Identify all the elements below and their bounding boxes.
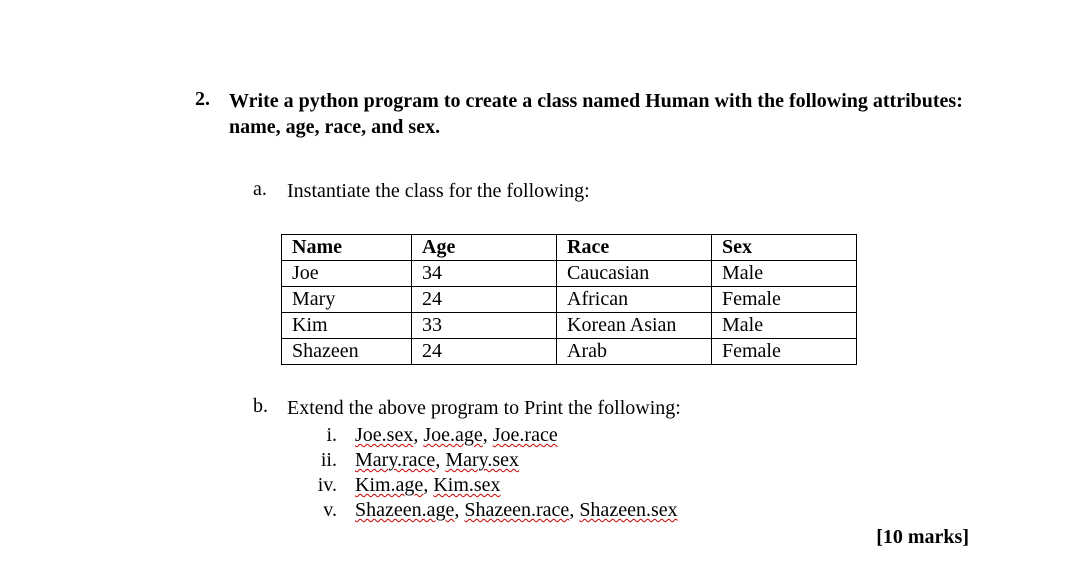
table-header-row: Name Age Race Sex	[282, 235, 857, 261]
code-ref: Shazeen.age	[355, 499, 454, 521]
code-ref: Mary.sex	[445, 449, 519, 471]
roman-label: i.	[287, 423, 355, 448]
code-ref: Kim.sex	[433, 474, 500, 496]
question-heading: 2. Write a python program to create a cl…	[195, 88, 965, 140]
part-b-list: i. Joe.sex, Joe.age, Joe.race ii. Mary.r…	[287, 423, 965, 523]
roman-text: Joe.sex, Joe.age, Joe.race	[355, 423, 558, 448]
table-row: Mary 24 African Female	[282, 287, 857, 313]
part-a: a. Instantiate the class for the followi…	[253, 178, 965, 204]
marks-label: [10 marks]	[876, 526, 969, 549]
cell-race: Arab	[557, 339, 712, 365]
part-b-label: b.	[253, 395, 287, 418]
code-ref: Shazeen.sex	[579, 499, 677, 521]
instance-table: Name Age Race Sex Joe 34 Caucasian Male …	[281, 234, 857, 365]
part-a-text: Instantiate the class for the following:	[287, 178, 590, 204]
cell-race: African	[557, 287, 712, 313]
part-b-text: Extend the above program to Print the fo…	[287, 395, 681, 421]
table-row: Kim 33 Korean Asian Male	[282, 313, 857, 339]
question-block: 2. Write a python program to create a cl…	[195, 88, 965, 523]
cell-race: Korean Asian	[557, 313, 712, 339]
th-sex: Sex	[712, 235, 857, 261]
cell-age: 33	[412, 313, 557, 339]
code-ref: Joe.sex	[355, 424, 413, 446]
question-number: 2.	[195, 88, 229, 111]
cell-sex: Male	[712, 261, 857, 287]
th-name: Name	[282, 235, 412, 261]
list-item: i. Joe.sex, Joe.age, Joe.race	[287, 423, 965, 448]
cell-name: Kim	[282, 313, 412, 339]
document-page: 2. Write a python program to create a cl…	[0, 0, 1087, 571]
th-age: Age	[412, 235, 557, 261]
code-ref: Joe.race	[493, 424, 558, 446]
part-b: b. Extend the above program to Print the…	[253, 395, 965, 523]
code-ref: Shazeen.race	[464, 499, 569, 521]
cell-name: Mary	[282, 287, 412, 313]
cell-age: 24	[412, 339, 557, 365]
code-ref: Kim.age	[355, 474, 423, 496]
code-ref: Joe.age	[423, 424, 482, 446]
table-row: Shazeen 24 Arab Female	[282, 339, 857, 365]
roman-label: iv.	[287, 473, 355, 498]
roman-label: v.	[287, 498, 355, 523]
cell-race: Caucasian	[557, 261, 712, 287]
list-item: iv. Kim.age, Kim.sex	[287, 473, 965, 498]
cell-sex: Female	[712, 339, 857, 365]
roman-text: Kim.age, Kim.sex	[355, 473, 501, 498]
question-prompt: Write a python program to create a class…	[229, 88, 965, 140]
cell-name: Joe	[282, 261, 412, 287]
cell-age: 34	[412, 261, 557, 287]
th-race: Race	[557, 235, 712, 261]
cell-name: Shazeen	[282, 339, 412, 365]
cell-age: 24	[412, 287, 557, 313]
cell-sex: Male	[712, 313, 857, 339]
roman-text: Mary.race, Mary.sex	[355, 448, 519, 473]
roman-text: Shazeen.age, Shazeen.race, Shazeen.sex	[355, 498, 678, 523]
cell-sex: Female	[712, 287, 857, 313]
part-a-label: a.	[253, 178, 287, 201]
list-item: ii. Mary.race, Mary.sex	[287, 448, 965, 473]
table-row: Joe 34 Caucasian Male	[282, 261, 857, 287]
code-ref: Mary.race	[355, 449, 435, 471]
list-item: v. Shazeen.age, Shazeen.race, Shazeen.se…	[287, 498, 965, 523]
roman-label: ii.	[287, 448, 355, 473]
